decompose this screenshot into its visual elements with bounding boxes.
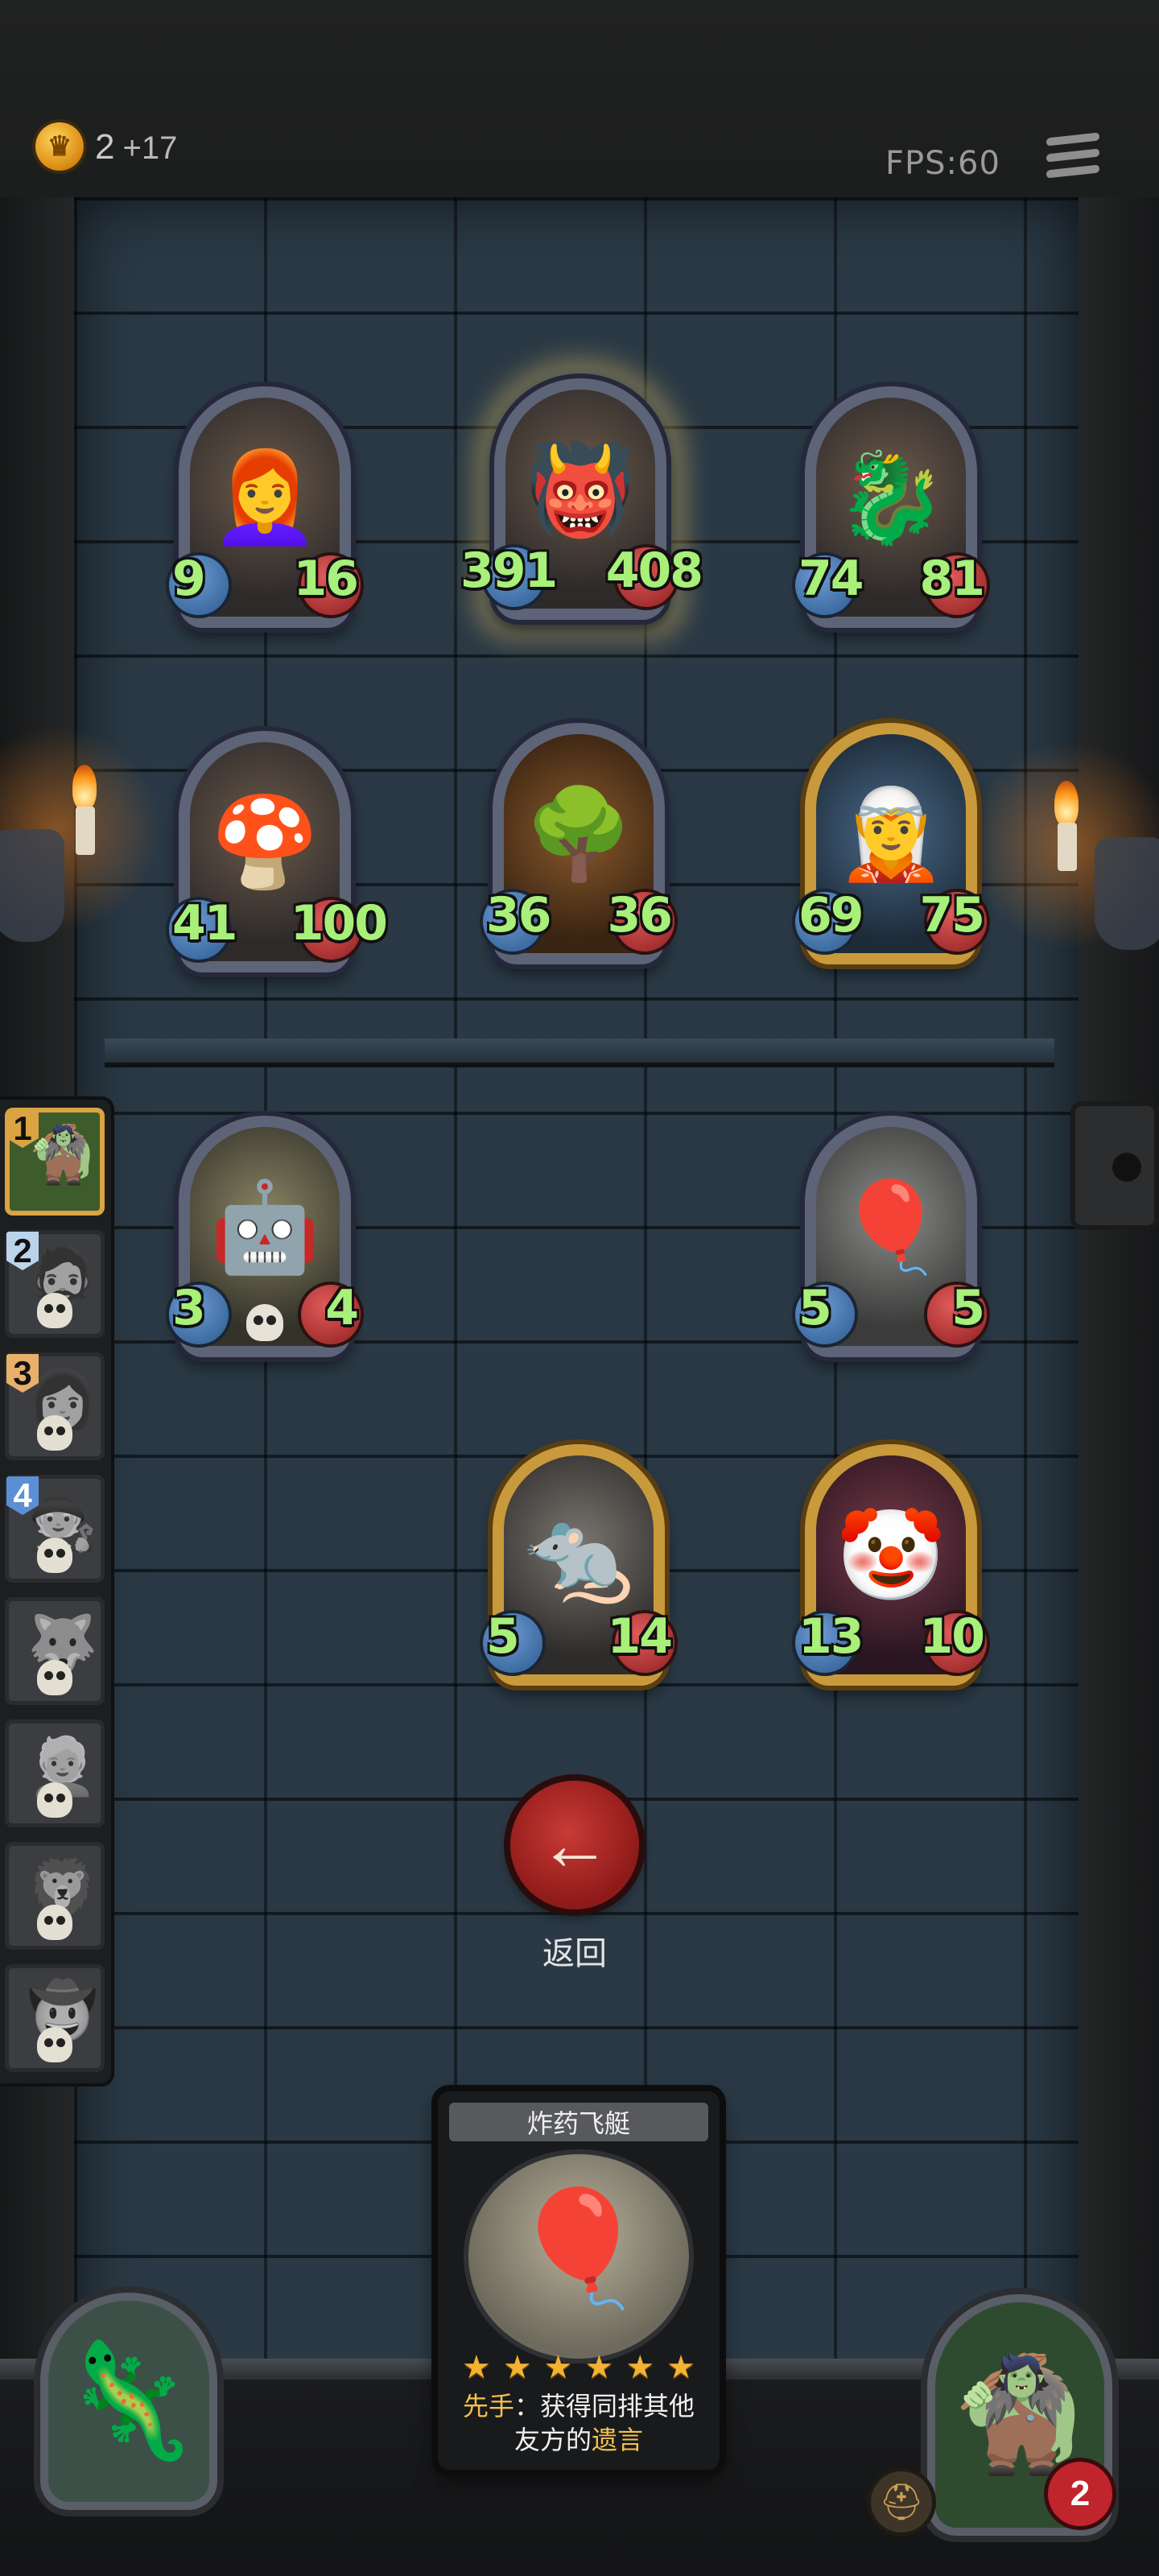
star-icon: ★ xyxy=(584,2350,614,2385)
minion-card[interactable]: 🌳 36 36 xyxy=(483,723,674,964)
minion-card-selected[interactable]: 👹 391 408 xyxy=(460,365,703,633)
minion-art-icon: 🐀 xyxy=(523,1506,634,1606)
minion-art-icon: 👩‍🦰 xyxy=(209,448,320,548)
card-description: 先手：获得同排其他友方的遗言 xyxy=(454,2389,703,2457)
health-value: 14 xyxy=(607,1608,673,1665)
return-button[interactable]: ← xyxy=(510,1781,639,1909)
attack-value: 41 xyxy=(172,895,237,952)
gold-coin-icon: ♛ xyxy=(35,122,84,171)
minion-card-golden[interactable]: 🤡 13 10 xyxy=(795,1444,987,1686)
minion-art-icon: 🤡 xyxy=(835,1506,947,1606)
keyword-deathrattle: 遗言 xyxy=(592,2425,644,2454)
menu-line-icon xyxy=(1046,164,1099,179)
eliminated-skull-icon xyxy=(37,2027,72,2062)
health-value: 5 xyxy=(951,1280,985,1336)
deathrattle-skull-icon xyxy=(246,1304,283,1341)
health-value: 81 xyxy=(919,551,985,607)
card-art: 🎈 xyxy=(468,2154,689,2359)
card-title: 炸药飞艇 xyxy=(449,2103,708,2141)
lock-icon xyxy=(1070,1101,1159,1230)
eliminated-skull-icon xyxy=(37,1905,72,1940)
eliminated-skull-icon xyxy=(37,1538,72,1573)
minion-card[interactable]: 👩‍🦰 9 16 xyxy=(169,386,361,628)
opponent-sidebar: 🧌 1 🧔 2 👩 3 🧙 4 🐺 👱 🦁 🤠 xyxy=(0,1100,111,2083)
minion-art-icon: 🍄 xyxy=(209,793,320,893)
minion-art-icon: 🎈 xyxy=(835,1178,947,1278)
opponent-slot[interactable]: 🧔 2 xyxy=(5,1230,105,1338)
health-count: 2 xyxy=(1070,2474,1091,2513)
attack-value: 74 xyxy=(798,551,864,607)
health-value: 408 xyxy=(605,543,703,599)
star-icon: ★ xyxy=(625,2350,655,2385)
star-icon: ★ xyxy=(502,2350,532,2385)
row-divider xyxy=(105,1038,1054,1067)
health-value: 100 xyxy=(290,895,388,952)
minion-card[interactable]: 🐉 74 81 xyxy=(795,386,987,628)
opponent-slot[interactable]: 🦁 xyxy=(5,1842,105,1950)
opponent-slot[interactable]: 🤠 xyxy=(5,1964,105,2072)
eliminated-skull-icon xyxy=(37,1293,72,1328)
menu-line-icon xyxy=(1046,132,1099,147)
gold-counter: 2 +17 xyxy=(95,127,177,167)
opponent-slot[interactable]: 🧌 1 xyxy=(5,1108,105,1216)
player-hero-icon: 🧌 xyxy=(949,2351,1091,2477)
minion-card[interactable]: 🎈 5 5 xyxy=(795,1116,987,1357)
gold-income: +17 xyxy=(122,130,178,166)
minion-card-golden[interactable]: 🧝 69 75 xyxy=(795,723,987,964)
health-value: 75 xyxy=(919,887,985,943)
minion-art-icon: 🌳 xyxy=(523,785,634,885)
opponent-slot[interactable]: 👩 3 xyxy=(5,1352,105,1460)
keyword-first-strike: 先手 xyxy=(462,2392,514,2421)
gold-amount: 2 xyxy=(95,127,115,167)
health-value: 16 xyxy=(293,551,359,607)
health-value: 4 xyxy=(325,1280,359,1336)
eliminated-skull-icon xyxy=(37,1660,72,1695)
helmet-icon[interactable]: ⛑ xyxy=(871,2471,932,2533)
attack-value: 13 xyxy=(798,1608,864,1665)
star-rating: ★ ★ ★ ★ ★ ★ xyxy=(462,2349,695,2386)
attack-value: 9 xyxy=(172,551,206,607)
opponent-hero-icon: 🦎 xyxy=(58,2337,200,2463)
sconce-right xyxy=(1095,837,1159,950)
fps-counter: FPS:60 xyxy=(885,145,1000,182)
opponent-slot[interactable]: 👱 xyxy=(5,1719,105,1827)
minion-card[interactable]: 🍄 41 100 xyxy=(169,731,388,972)
minion-card[interactable]: 🤖 3 4 xyxy=(169,1116,361,1357)
eliminated-skull-icon xyxy=(37,1415,72,1451)
minion-art-icon: 🤖 xyxy=(209,1178,320,1278)
attack-value: 5 xyxy=(798,1280,832,1336)
health-value: 36 xyxy=(607,887,673,943)
return-label: 返回 xyxy=(542,1936,607,1971)
opponent-slot[interactable]: 🐺 xyxy=(5,1597,105,1705)
minion-art-icon: 👹 xyxy=(525,440,636,540)
star-icon: ★ xyxy=(543,2350,573,2385)
sconce-left xyxy=(0,829,64,942)
health-value: 10 xyxy=(919,1608,985,1665)
card-detail-panel: 炸药飞艇 🎈 ★ ★ ★ ★ ★ ★ 先手：获得同排其他友方的遗言 xyxy=(438,2091,720,2470)
right-wall xyxy=(1079,197,1159,2483)
minion-card-golden[interactable]: 🐀 5 14 xyxy=(483,1444,674,1686)
menu-button[interactable] xyxy=(1046,132,1099,185)
attack-value: 5 xyxy=(486,1608,520,1665)
attack-value: 69 xyxy=(798,887,864,943)
attack-value: 3 xyxy=(172,1280,206,1336)
menu-line-icon xyxy=(1046,148,1099,163)
eliminated-skull-icon xyxy=(37,1782,72,1818)
minion-art-icon: 🐉 xyxy=(835,448,947,548)
star-icon: ★ xyxy=(666,2350,695,2385)
torch-left-icon xyxy=(61,765,109,861)
minion-art-icon: 🧝 xyxy=(835,785,947,885)
opponent-hero-portrait[interactable]: 🦎 xyxy=(48,2301,209,2502)
star-icon: ★ xyxy=(462,2350,491,2385)
torch-right-icon xyxy=(1043,781,1091,877)
opponent-slot[interactable]: 🧙 4 xyxy=(5,1475,105,1583)
attack-value: 36 xyxy=(486,887,551,943)
arrow-left-icon: ← xyxy=(538,1805,611,1885)
player-health: 2 xyxy=(1048,2462,1112,2526)
blimp-icon: 🎈 xyxy=(508,2184,650,2311)
attack-value: 391 xyxy=(460,543,558,599)
